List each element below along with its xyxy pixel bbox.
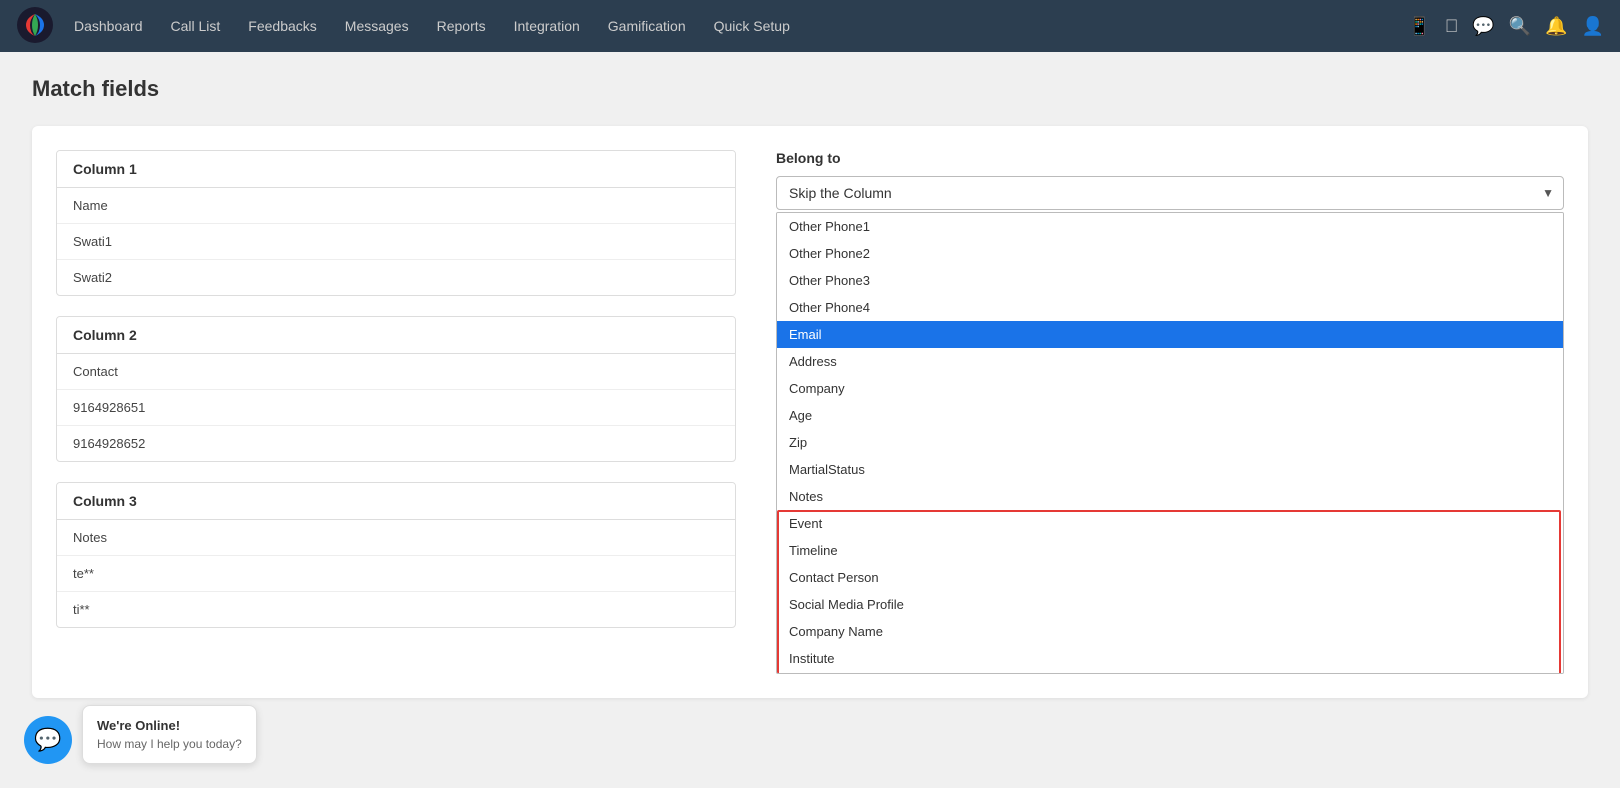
dropdown-item-institute[interactable]: Institute: [777, 645, 1563, 672]
dropdown-list-inner[interactable]: Other Phone1Other Phone2Other Phone3Othe…: [777, 213, 1563, 673]
column2-row1: 9164928651: [57, 390, 735, 426]
nav-integration[interactable]: Integration: [502, 12, 592, 40]
chat-bubble-subtitle: How may I help you today?: [97, 735, 242, 753]
dropdown-item-email[interactable]: Email: [777, 321, 1563, 348]
right-area: Belong to Skip the Column ▼ Other Phone1…: [776, 150, 1564, 674]
chat-bubble: We're Online! How may I help you today?: [82, 705, 257, 765]
nav-reports[interactable]: Reports: [425, 12, 498, 40]
column3-row2: ti**: [57, 592, 735, 627]
column3-block: Column 3 Notes te** ti**: [56, 482, 736, 628]
dropdown-list[interactable]: Other Phone1Other Phone2Other Phone3Othe…: [776, 212, 1564, 674]
column1-header: Column 1: [57, 151, 735, 188]
nav-feedbacks[interactable]: Feedbacks: [236, 12, 328, 40]
nav-calllist[interactable]: Call List: [159, 12, 233, 40]
dropdown-item-other_phone2[interactable]: Other Phone2: [777, 240, 1563, 267]
dropdown-item-company[interactable]: Company: [777, 375, 1563, 402]
dropdown-item-other_phone1[interactable]: Other Phone1: [777, 213, 1563, 240]
column1-row2: Swati2: [57, 260, 735, 295]
dropdown-item-social_media_profile[interactable]: Social Media Profile: [777, 591, 1563, 618]
app-logo: [16, 6, 54, 47]
belong-to-label: Belong to: [776, 150, 1564, 166]
support-icon[interactable]: 💬: [1472, 16, 1494, 37]
dropdown-container: Skip the Column ▼: [776, 176, 1564, 210]
navbar-links: Dashboard Call List Feedbacks Messages R…: [62, 12, 1400, 40]
column2-row2: 9164928652: [57, 426, 735, 461]
dropdown-item-martial_status[interactable]: MartialStatus: [777, 456, 1563, 483]
column3-row1: te**: [57, 556, 735, 592]
column3-row0: Notes: [57, 520, 735, 556]
chat-widget: 💬 We're Online! How may I help you today…: [24, 705, 257, 765]
dropdown-item-company_name[interactable]: Company Name: [777, 618, 1563, 645]
nav-gamification[interactable]: Gamification: [596, 12, 698, 40]
column2-block: Column 2 Contact 9164928651 9164928652: [56, 316, 736, 462]
dropdown-item-other_phone4[interactable]: Other Phone4: [777, 294, 1563, 321]
nav-dashboard[interactable]: Dashboard: [62, 12, 155, 40]
dropdown-item-qualification[interactable]: Qualification: [777, 672, 1563, 673]
column1-row1: Swati1: [57, 224, 735, 260]
column1-block: Column 1 Name Swati1 Swati2: [56, 150, 736, 296]
dropdown-item-address[interactable]: Address: [777, 348, 1563, 375]
search-icon[interactable]: 🔍: [1509, 16, 1531, 37]
user-icon[interactable]: 👤: [1582, 16, 1604, 37]
nav-messages[interactable]: Messages: [333, 12, 421, 40]
belong-to-select[interactable]: Skip the Column: [776, 176, 1564, 210]
dropdown-item-zip[interactable]: Zip: [777, 429, 1563, 456]
column2-header: Column 2: [57, 317, 735, 354]
bell-icon[interactable]: 🔔: [1545, 16, 1567, 37]
dropdown-item-other_phone3[interactable]: Other Phone3: [777, 267, 1563, 294]
dropdown-item-contact_person[interactable]: Contact Person: [777, 564, 1563, 591]
chat-icon[interactable]: 💬: [24, 716, 72, 764]
page-title: Match fields: [32, 76, 1588, 102]
dropdown-item-age[interactable]: Age: [777, 402, 1563, 429]
chat-bubble-title: We're Online!: [97, 716, 242, 736]
match-fields-card: Column 1 Name Swati1 Swati2 Column 2 Con…: [32, 126, 1588, 698]
apple-icon[interactable]: : [1445, 16, 1459, 37]
columns-area: Column 1 Name Swati1 Swati2 Column 2 Con…: [56, 150, 1564, 674]
main-content: Match fields Column 1 Name Swati1 Swati2…: [0, 52, 1620, 722]
column3-header: Column 3: [57, 483, 735, 520]
dropdown-item-notes[interactable]: Notes: [777, 483, 1563, 510]
dropdown-item-timeline[interactable]: Timeline: [777, 537, 1563, 564]
navbar-icons: 📱  💬 🔍 🔔 👤: [1408, 16, 1604, 37]
column1-row0: Name: [57, 188, 735, 224]
android-icon[interactable]: 📱: [1408, 16, 1430, 37]
left-columns: Column 1 Name Swati1 Swati2 Column 2 Con…: [56, 150, 736, 674]
nav-quicksetup[interactable]: Quick Setup: [702, 12, 802, 40]
dropdown-item-event[interactable]: Event: [777, 510, 1563, 537]
navbar: Dashboard Call List Feedbacks Messages R…: [0, 0, 1620, 52]
column2-row0: Contact: [57, 354, 735, 390]
